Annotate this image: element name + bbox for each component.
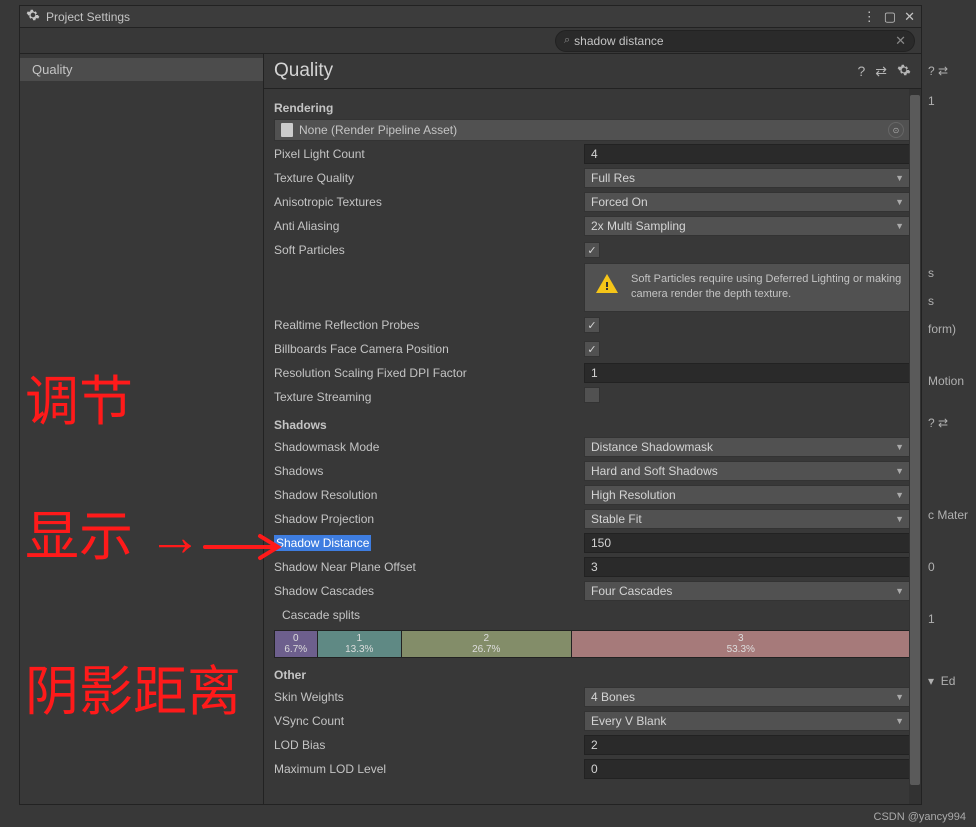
lod-bias-input[interactable]: [584, 735, 911, 755]
anisotropic-dropdown[interactable]: Forced On▼: [584, 192, 911, 212]
shadow-distance-label: Shadow Distance: [274, 536, 584, 550]
shadowmask-mode-label: Shadowmask Mode: [274, 440, 584, 454]
billboards-checkbox[interactable]: ✓: [584, 341, 600, 357]
pixel-light-count-input[interactable]: [584, 144, 911, 164]
max-lod-label: Maximum LOD Level: [274, 762, 584, 776]
realtime-probes-checkbox[interactable]: ✓: [584, 317, 600, 333]
vsync-label: VSync Count: [274, 714, 584, 728]
gear-icon: [26, 8, 40, 25]
sidebar-item-label: Quality: [32, 62, 72, 77]
cascade-0[interactable]: 06.7%: [275, 631, 318, 657]
settings-icon[interactable]: [897, 63, 911, 80]
shadow-cascades-dropdown[interactable]: Four Cascades▼: [584, 581, 911, 601]
shadowmask-mode-dropdown[interactable]: Distance Shadowmask▼: [584, 437, 911, 457]
texture-quality-label: Texture Quality: [274, 171, 584, 185]
shadow-cascades-label: Shadow Cascades: [274, 584, 584, 598]
content: Rendering None (Render Pipeline Asset) ⊙…: [264, 89, 921, 804]
vertical-scrollbar[interactable]: [909, 89, 921, 804]
section-shadows: Shadows: [274, 418, 911, 432]
search-box[interactable]: ⌕ ✕: [555, 30, 915, 52]
preset-icon[interactable]: ⇄: [875, 63, 887, 80]
shadows-label: Shadows: [274, 464, 584, 478]
search-row: ⌕ ✕: [20, 28, 921, 54]
chevron-down-icon: ▼: [895, 692, 904, 702]
chevron-down-icon: ▼: [895, 716, 904, 726]
maximize-icon[interactable]: ▢: [884, 9, 896, 25]
antialiasing-label: Anti Aliasing: [274, 219, 584, 233]
billboards-label: Billboards Face Camera Position: [274, 342, 584, 356]
shadow-projection-dropdown[interactable]: Stable Fit▼: [584, 509, 911, 529]
skin-weights-dropdown[interactable]: 4 Bones▼: [584, 687, 911, 707]
chevron-down-icon: ▼: [895, 514, 904, 524]
chevron-down-icon: ▼: [895, 197, 904, 207]
chevron-down-icon: ▼: [895, 442, 904, 452]
realtime-probes-label: Realtime Reflection Probes: [274, 318, 584, 332]
shadow-near-label: Shadow Near Plane Offset: [274, 560, 584, 574]
soft-particles-warning: Soft Particles require using Deferred Li…: [584, 263, 911, 312]
render-pipeline-field[interactable]: None (Render Pipeline Asset) ⊙: [274, 119, 911, 141]
window-title: Project Settings: [46, 10, 855, 24]
shadow-resolution-dropdown[interactable]: High Resolution▼: [584, 485, 911, 505]
context-menu-icon[interactable]: ⋮: [863, 9, 876, 25]
anisotropic-label: Anisotropic Textures: [274, 195, 584, 209]
texture-quality-dropdown[interactable]: Full Res▼: [584, 168, 911, 188]
chevron-down-icon: ▼: [895, 173, 904, 183]
max-lod-input[interactable]: [584, 759, 911, 779]
chevron-down-icon: ▼: [895, 490, 904, 500]
cascade-splits-slider[interactable]: 06.7% 113.3% 226.7% 353.3%: [274, 630, 911, 658]
chevron-down-icon: ▼: [895, 586, 904, 596]
background-inspector-fragments: ? ⇄ 1 s s form) Motion ? ⇄ c Mater 0 1 ▾…: [926, 50, 976, 820]
soft-particles-label: Soft Particles: [274, 243, 584, 257]
main-panel: Quality ? ⇄ Rendering None (Render Pipel…: [264, 54, 921, 804]
scrollbar-thumb[interactable]: [910, 95, 920, 785]
texture-streaming-label: Texture Streaming: [274, 390, 584, 404]
antialiasing-dropdown[interactable]: 2x Multi Sampling▼: [584, 216, 911, 236]
main-header: Quality ? ⇄: [264, 54, 921, 89]
search-icon: ⌕: [564, 34, 570, 47]
close-icon[interactable]: ✕: [904, 9, 915, 25]
skin-weights-label: Skin Weights: [274, 690, 584, 704]
object-picker-icon[interactable]: ⊙: [888, 122, 904, 138]
cascade-2[interactable]: 226.7%: [402, 631, 572, 657]
cascade-splits-label: Cascade splits: [274, 608, 584, 622]
resolution-scaling-input[interactable]: [584, 363, 911, 383]
pixel-light-count-label: Pixel Light Count: [274, 147, 584, 161]
section-other: Other: [274, 668, 911, 682]
warning-icon: [593, 272, 621, 296]
asset-icon: [281, 123, 293, 137]
cascade-1[interactable]: 113.3%: [318, 631, 402, 657]
shadows-dropdown[interactable]: Hard and Soft Shadows▼: [584, 461, 911, 481]
sidebar: Quality: [20, 54, 264, 804]
sidebar-item-quality[interactable]: Quality: [20, 58, 263, 81]
vsync-dropdown[interactable]: Every V Blank▼: [584, 711, 911, 731]
clear-search-icon[interactable]: ✕: [895, 33, 906, 49]
shadow-near-input[interactable]: [584, 557, 911, 577]
project-settings-window: Project Settings ⋮ ▢ ✕ ⌕ ✕ Quality Quali…: [19, 5, 922, 805]
soft-particles-checkbox[interactable]: ✓: [584, 242, 600, 258]
search-input[interactable]: [574, 34, 895, 48]
page-title: Quality: [274, 60, 847, 82]
shadow-resolution-label: Shadow Resolution: [274, 488, 584, 502]
cascade-3[interactable]: 353.3%: [572, 631, 910, 657]
section-rendering: Rendering: [274, 101, 911, 115]
help-icon[interactable]: ?: [857, 63, 865, 79]
lod-bias-label: LOD Bias: [274, 738, 584, 752]
resolution-scaling-label: Resolution Scaling Fixed DPI Factor: [274, 366, 584, 380]
chevron-down-icon: ▼: [895, 466, 904, 476]
shadow-projection-label: Shadow Projection: [274, 512, 584, 526]
watermark: CSDN @yancy994: [874, 811, 966, 823]
shadow-distance-input[interactable]: [584, 533, 911, 553]
texture-streaming-checkbox[interactable]: [584, 387, 600, 403]
titlebar: Project Settings ⋮ ▢ ✕: [20, 6, 921, 28]
chevron-down-icon: ▼: [895, 221, 904, 231]
